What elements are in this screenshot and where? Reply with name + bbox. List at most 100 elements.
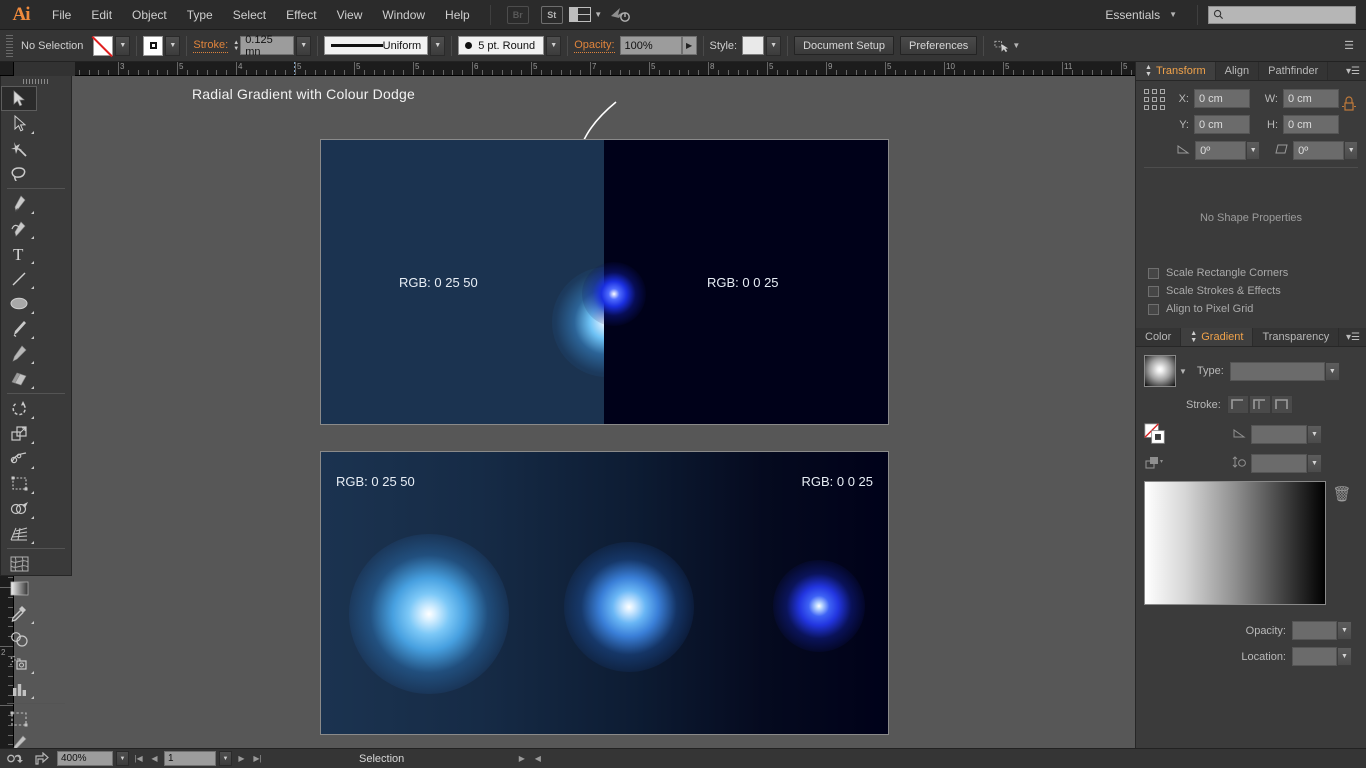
gradient-location-dropdown[interactable]: ▼ bbox=[1337, 647, 1352, 666]
gradient-fill-stroke-toggle[interactable] bbox=[1144, 421, 1166, 447]
arrange-documents-icon[interactable]: ▼ bbox=[569, 5, 602, 25]
tab-align[interactable]: Align bbox=[1215, 62, 1260, 80]
x-field[interactable]: 0 cm bbox=[1194, 89, 1250, 108]
previous-artboard-button[interactable]: ◀ bbox=[148, 751, 161, 766]
blend-tool[interactable] bbox=[1, 626, 37, 651]
artboard-tool[interactable] bbox=[1, 706, 37, 731]
selection-tool[interactable] bbox=[1, 86, 37, 111]
menu-type[interactable]: Type bbox=[177, 0, 223, 30]
perspective-grid-tool[interactable] bbox=[1, 521, 37, 546]
zoom-level-field[interactable]: 400% bbox=[57, 751, 113, 766]
artboard-top[interactable]: RGB: 0 25 50 RGB: 0 0 25 bbox=[321, 140, 888, 424]
scale-strokes-effects-checkbox[interactable] bbox=[1148, 285, 1159, 297]
transform-panel-menu-icon[interactable]: ▾☰ bbox=[1340, 62, 1366, 80]
stock-icon[interactable]: St bbox=[539, 5, 565, 25]
scroll-left-button[interactable]: ◀ bbox=[531, 751, 544, 766]
opacity-slider-button[interactable]: ▶ bbox=[681, 36, 697, 55]
rotate-dropdown[interactable]: ▼ bbox=[1246, 141, 1260, 160]
shape-builder-tool[interactable] bbox=[1, 496, 37, 521]
stroke-weight-spinner[interactable]: ▲ ▼ bbox=[233, 40, 239, 52]
brush-definition-dropdown[interactable]: ▼ bbox=[546, 35, 562, 56]
h-field[interactable]: 0 cm bbox=[1283, 115, 1339, 134]
mesh-tool[interactable] bbox=[1, 551, 37, 576]
menu-select[interactable]: Select bbox=[223, 0, 276, 30]
search-input[interactable] bbox=[1208, 5, 1356, 24]
scale-tool[interactable] bbox=[1, 421, 37, 446]
rotate-field[interactable]: 0º bbox=[1195, 141, 1247, 160]
gradient-preset-chevron-icon[interactable]: ▼ bbox=[1179, 367, 1187, 376]
bridge-icon[interactable]: Br bbox=[505, 5, 531, 25]
control-bar-grip[interactable] bbox=[6, 34, 13, 57]
artboard-number-dropdown[interactable]: ▼ bbox=[219, 751, 232, 766]
stroke-gradient-within-button[interactable] bbox=[1226, 395, 1249, 414]
type-tool[interactable]: T bbox=[1, 241, 37, 266]
artboard-number-field[interactable]: 1 bbox=[164, 751, 216, 766]
stroke-gradient-along-button[interactable] bbox=[1248, 395, 1271, 414]
stroke-dropdown[interactable]: ▼ bbox=[165, 35, 181, 56]
constrain-proportions-icon[interactable] bbox=[1339, 89, 1358, 115]
pencil-tool[interactable] bbox=[1, 341, 37, 366]
gradient-preview-thumb[interactable] bbox=[1144, 355, 1176, 387]
shear-dropdown[interactable]: ▼ bbox=[1344, 141, 1358, 160]
zoom-level-dropdown[interactable]: ▼ bbox=[116, 751, 129, 766]
align-pixel-grid-checkbox[interactable] bbox=[1148, 303, 1159, 315]
y-field[interactable]: 0 cm bbox=[1194, 115, 1250, 134]
direct-selection-tool[interactable] bbox=[1, 111, 37, 136]
tab-pathfinder[interactable]: Pathfinder bbox=[1259, 62, 1329, 80]
menu-effect[interactable]: Effect bbox=[276, 0, 326, 30]
scale-rectangle-corners-row[interactable]: Scale Rectangle Corners bbox=[1144, 264, 1358, 282]
device-settings-icon[interactable] bbox=[3, 751, 27, 767]
control-bar-menu-icon[interactable]: ☰ bbox=[1344, 39, 1360, 52]
gradient-panel-menu-icon[interactable]: ▾☰ bbox=[1340, 328, 1366, 346]
scale-rectangle-corners-checkbox[interactable] bbox=[1148, 267, 1159, 279]
gradient-aspect-field[interactable] bbox=[1251, 454, 1307, 473]
ellipse-tool[interactable] bbox=[1, 291, 37, 316]
menu-file[interactable]: File bbox=[42, 0, 81, 30]
shear-field[interactable]: 0º bbox=[1293, 141, 1345, 160]
menu-view[interactable]: View bbox=[327, 0, 373, 30]
line-segment-tool[interactable] bbox=[1, 266, 37, 291]
magic-wand-tool[interactable] bbox=[1, 136, 37, 161]
tab-transform[interactable]: ▲ ▼ Transform bbox=[1136, 62, 1216, 80]
canvas-area[interactable]: Radial Gradient with Colour Dodge RGB: 0… bbox=[14, 76, 1135, 748]
pen-tool[interactable] bbox=[1, 191, 37, 216]
menu-edit[interactable]: Edit bbox=[81, 0, 122, 30]
gradient-angle-dropdown[interactable]: ▼ bbox=[1307, 424, 1322, 444]
preferences-button[interactable]: Preferences bbox=[900, 36, 978, 55]
next-artboard-button[interactable]: ▶ bbox=[235, 751, 248, 766]
stroke-profile-combo[interactable]: Uniform bbox=[324, 36, 429, 55]
menu-help[interactable]: Help bbox=[435, 0, 480, 30]
paintbrush-tool[interactable] bbox=[1, 316, 37, 341]
width-tool[interactable] bbox=[1, 446, 37, 471]
delete-stop-icon[interactable]: 🗑 bbox=[1332, 486, 1351, 503]
w-field[interactable]: 0 cm bbox=[1283, 89, 1339, 108]
gradient-type-dropdown[interactable]: ▼ bbox=[1324, 361, 1340, 381]
align-pixel-grid-row[interactable]: Align to Pixel Grid bbox=[1144, 300, 1358, 318]
gradient-location-field[interactable] bbox=[1292, 647, 1337, 666]
brush-definition-combo[interactable]: 5 pt. Round bbox=[458, 36, 545, 55]
tab-gradient[interactable]: ▲ ▼ Gradient bbox=[1181, 328, 1254, 346]
tab-transparency[interactable]: Transparency bbox=[1253, 328, 1340, 346]
workspace-switcher[interactable]: Essentials ▼ bbox=[1095, 8, 1187, 22]
gradient-type-field[interactable] bbox=[1229, 361, 1325, 381]
gradient-angle-field[interactable] bbox=[1251, 424, 1307, 444]
style-swatch[interactable] bbox=[742, 36, 765, 55]
gradient-tool[interactable] bbox=[1, 576, 37, 601]
first-artboard-button[interactable]: |◀ bbox=[132, 751, 145, 766]
tools-panel-grip[interactable] bbox=[1, 76, 71, 86]
power-cursor-icon[interactable] bbox=[607, 5, 633, 25]
artboard-bottom[interactable]: RGB: 0 25 50 RGB: 0 0 25 bbox=[321, 452, 888, 734]
style-dropdown[interactable]: ▼ bbox=[766, 35, 782, 56]
gradient-opacity-field[interactable] bbox=[1292, 621, 1337, 640]
symbol-sprayer-tool[interactable] bbox=[1, 651, 37, 676]
stroke-profile-dropdown[interactable]: ▼ bbox=[430, 35, 446, 56]
tab-color[interactable]: Color bbox=[1136, 328, 1182, 346]
free-transform-tool[interactable] bbox=[1, 471, 37, 496]
menu-object[interactable]: Object bbox=[122, 0, 177, 30]
stroke-swatch[interactable] bbox=[143, 35, 164, 56]
scale-strokes-effects-row[interactable]: Scale Strokes & Effects bbox=[1144, 282, 1358, 300]
fill-swatch[interactable] bbox=[93, 35, 114, 56]
share-icon[interactable] bbox=[30, 751, 54, 767]
stroke-weight-dropdown[interactable]: ▼ bbox=[296, 35, 312, 56]
column-graph-tool[interactable] bbox=[1, 676, 37, 701]
